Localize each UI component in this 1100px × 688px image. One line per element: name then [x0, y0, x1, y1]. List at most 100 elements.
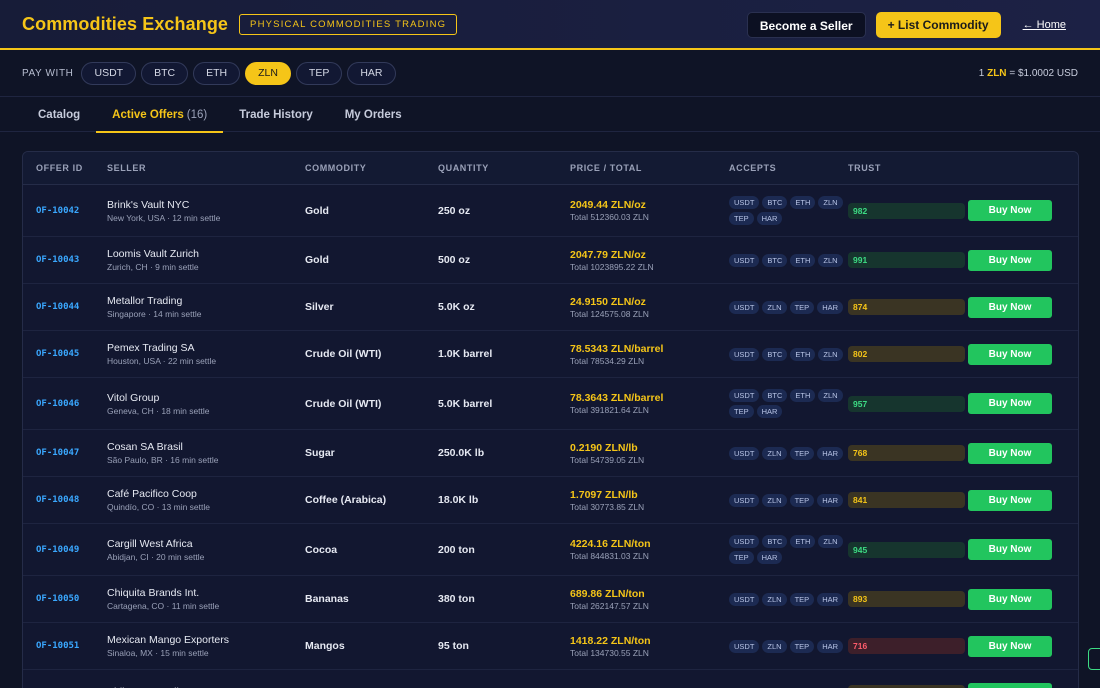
tab-catalog[interactable]: Catalog: [22, 97, 96, 132]
buy-now-button[interactable]: Buy Now: [968, 682, 1052, 688]
table-row: OF-10046 Vitol Group Geneva, CH · 18 min s…: [23, 378, 1078, 430]
seller-meta: Geneva, CH · 18 min settle: [107, 405, 210, 416]
rate-suffix: = $1.0002 USD: [1009, 68, 1078, 79]
seller-meta: Singapore · 14 min settle: [107, 309, 202, 319]
buy-now-button[interactable]: Buy Now: [968, 489, 1052, 511]
trust-score: 982: [848, 202, 965, 219]
buy-now-button[interactable]: Buy Now: [968, 249, 1052, 271]
buy-now-button[interactable]: Buy Now: [968, 635, 1052, 657]
accept-chip-btc: BTC: [762, 389, 788, 402]
offer-id[interactable]: OF-10045: [23, 349, 107, 359]
trust-cell: 874: [848, 299, 966, 315]
total-price: Total 391821.64 ZLN: [570, 405, 649, 415]
quantity: 380 ton: [438, 593, 475, 605]
currency-pill-btc[interactable]: BTC: [141, 61, 189, 85]
seller-cell: Pemex Trading SA Houston, USA · 22 min se…: [107, 342, 305, 366]
buy-now-button[interactable]: Buy Now: [968, 539, 1052, 560]
offer-id[interactable]: OF-10043: [23, 255, 107, 265]
accept-chip-zln: ZLN: [762, 300, 787, 314]
quantity: 1.0K barrel: [438, 348, 493, 360]
accepts-cell: USDT BTC ETH ZLN: [729, 253, 848, 267]
buy-now-button[interactable]: Buy Now: [968, 296, 1052, 318]
buy-now-button[interactable]: Buy Now: [968, 200, 1052, 221]
accept-chip-usdt: USDT: [729, 253, 760, 267]
buy-cell: Buy Now: [966, 489, 1066, 511]
offer-id[interactable]: OF-10050: [23, 594, 107, 604]
table-body: OF-10042 Brink's Vault NYC New York, USA ·…: [23, 185, 1078, 688]
unit-price: 24.9150 ZLN/oz: [570, 295, 646, 308]
side-panel-toggle[interactable]: [1088, 648, 1100, 670]
trust-score: 841: [848, 492, 965, 508]
seller-meta: Cartagena, CO · 11 min settle: [107, 601, 220, 611]
list-commodity-button[interactable]: + List Commodity: [875, 12, 1001, 38]
currency-pill-usdt[interactable]: USDT: [81, 61, 137, 85]
offer-id[interactable]: OF-10051: [23, 641, 107, 651]
accept-chip-eth: ETH: [790, 347, 816, 361]
currency-pill-har[interactable]: HAR: [347, 61, 396, 85]
trust-cell: 716: [848, 638, 966, 654]
accept-chip-tep: TEP: [729, 551, 754, 564]
seller-name: Vitol Group: [107, 391, 160, 404]
offer-id[interactable]: OF-10048: [23, 495, 107, 505]
currency-pill-eth[interactable]: ETH: [193, 61, 241, 85]
unit-price: 689.86 ZLN/ton: [570, 587, 645, 600]
price-cell: 0.2190 ZLN/lb Total 54739.05 ZLN: [570, 442, 729, 465]
unit-price: 0.2190 ZLN/lb: [570, 441, 638, 454]
trust-score: 893: [848, 591, 965, 607]
offer-id[interactable]: OF-10044: [23, 302, 107, 312]
col-commodity: COMMODITY: [305, 163, 367, 173]
trust-cell: 768: [848, 445, 966, 461]
trust-score: 802: [848, 346, 965, 362]
total-price: Total 512360.03 ZLN: [570, 212, 649, 222]
offer-id[interactable]: OF-10047: [23, 448, 107, 458]
unit-price: 2047.79 ZLN/oz: [570, 248, 646, 261]
buy-cell: Buy Now: [966, 296, 1066, 318]
accept-chip-zln: ZLN: [762, 446, 787, 460]
accept-chip-tep: TEP: [729, 212, 754, 225]
become-seller-button[interactable]: Become a Seller: [746, 12, 866, 38]
seller-name: Metallor Trading: [107, 295, 183, 307]
currency-pills: USDT BTC ETH ZLN TEP HAR: [81, 61, 400, 85]
offer-id[interactable]: OF-10042: [23, 206, 107, 216]
unit-price: 4224.16 ZLN/ton: [570, 538, 651, 550]
total-price: Total 844831.03 ZLN: [570, 551, 649, 561]
tab-label: My Orders: [344, 108, 402, 121]
commodity: Crude Oil (WTI): [305, 397, 382, 410]
accept-chip-har: HAR: [756, 551, 783, 564]
trust-score: 874: [848, 299, 965, 315]
buy-cell: Buy Now: [966, 343, 1066, 365]
price-cell: 1418.22 ZLN/ton Total 134730.55 ZLN: [570, 635, 729, 658]
brand-title[interactable]: Commodities Exchange: [22, 14, 228, 35]
accept-chip-tep: TEP: [789, 300, 815, 314]
offer-id[interactable]: OF-10046: [23, 399, 107, 409]
unit-price: 78.5343 ZLN/barrel: [570, 342, 664, 355]
total-price: Total 134730.55 ZLN: [570, 647, 649, 658]
quantity: 250.0K lb: [438, 447, 485, 459]
accept-chip-usdt: USDT: [729, 446, 760, 460]
buy-now-button[interactable]: Buy Now: [968, 393, 1052, 414]
offer-id[interactable]: OF-10049: [23, 545, 107, 555]
accept-chip-usdt: USDT: [729, 493, 760, 507]
accept-chip-har: HAR: [817, 592, 844, 606]
buy-now-button[interactable]: Buy Now: [968, 442, 1052, 464]
buy-now-button[interactable]: Buy Now: [968, 588, 1052, 610]
tab-trade-history[interactable]: Trade History: [223, 97, 329, 132]
currency-pill-zln[interactable]: ZLN: [245, 61, 291, 85]
tagline-badge: PHYSICAL COMMODITIES TRADING: [239, 13, 458, 35]
trust-cell: 841: [848, 492, 966, 508]
tab-my-orders[interactable]: My Orders: [329, 97, 418, 132]
price-cell: 1.7097 ZLN/lb Total 30773.85 ZLN: [570, 489, 729, 512]
tab-active-offers[interactable]: Active Offers (16): [96, 97, 224, 133]
accept-chip-eth: ETH: [790, 389, 816, 402]
seller-cell: Brink's Vault NYC New York, USA · 12 min …: [107, 199, 305, 223]
currency-pill-tep[interactable]: TEP: [295, 61, 343, 85]
commodity: Bananas: [305, 593, 349, 605]
table-header: OFFER ID SELLER COMMODITY QUANTITY PRICE…: [23, 152, 1078, 185]
price-cell: 78.3643 ZLN/barrel Total 391821.64 ZLN: [570, 392, 729, 415]
buy-now-button[interactable]: Buy Now: [968, 343, 1052, 365]
accept-chip-eth: ETH: [790, 253, 816, 267]
tab-label: Active Offers: [112, 108, 184, 121]
seller-meta: Houston, USA · 22 min settle: [107, 356, 217, 366]
home-link[interactable]: ← Home: [1023, 19, 1066, 31]
trust-cell: 945: [848, 541, 966, 558]
